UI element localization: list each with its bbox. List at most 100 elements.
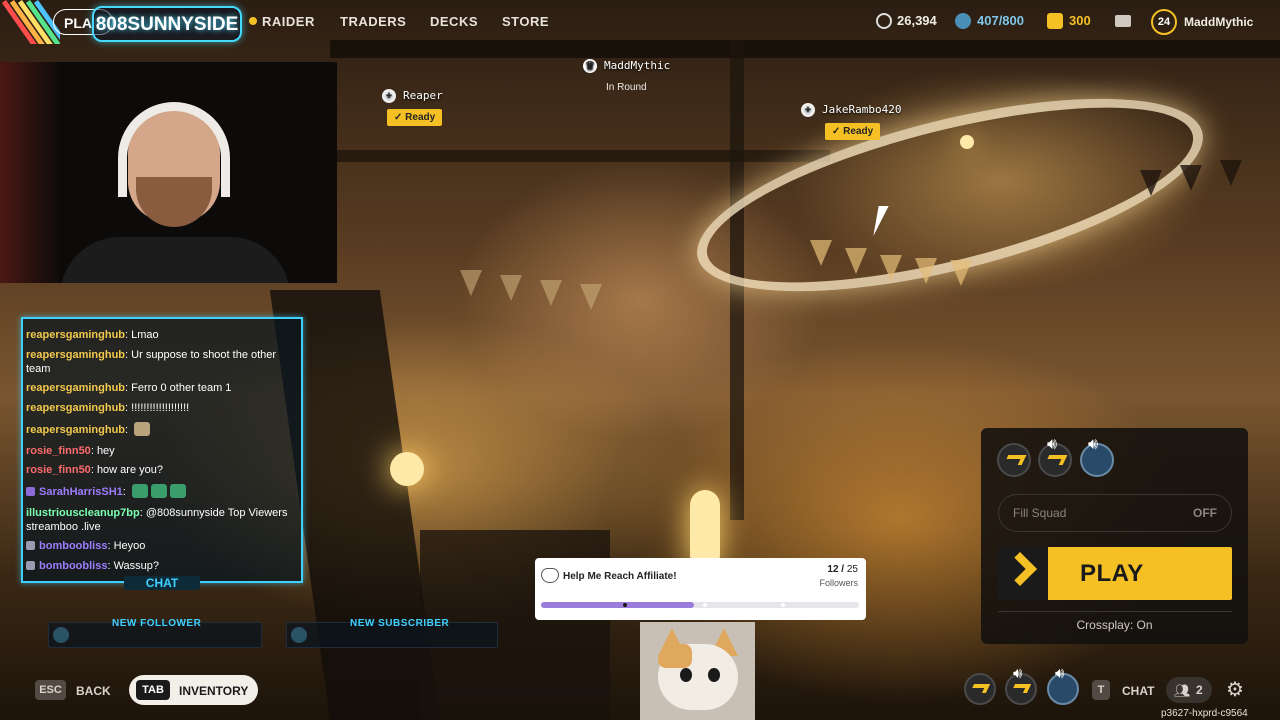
follower-icon <box>53 627 69 643</box>
goal-title: Help Me Reach Affiliate! <box>563 571 677 582</box>
affiliate-goal-widget: Help Me Reach Affiliate! 12 / 25 Followe… <box>535 558 866 620</box>
ready-badge: ✓ Ready <box>387 109 443 126</box>
chat-button[interactable]: CHAT <box>1122 684 1154 698</box>
player-name: MaddMythic <box>604 59 671 72</box>
ready-label: Ready <box>843 126 874 137</box>
chat-message: reapersgaminghub: Ferro 0 other team 1 <box>26 382 232 394</box>
speaker-icon: 🔊︎ <box>1013 665 1023 682</box>
chat-message: bomboobliss: Heyoo <box>26 539 300 553</box>
coins-value: 300 <box>1069 13 1091 28</box>
streamer-body <box>60 237 290 283</box>
cat-cam-overlay <box>640 622 755 720</box>
headphones-icon <box>118 102 230 197</box>
pennant <box>880 255 902 281</box>
subscriber-icon <box>291 627 307 643</box>
progress-marker <box>623 603 627 607</box>
channel-name-overlay: 808SUNNYSIDE <box>92 6 242 42</box>
pennant <box>950 260 972 286</box>
play-arrow-icon <box>998 547 1048 600</box>
ceiling-beam <box>330 150 830 162</box>
badge-icon <box>26 487 35 496</box>
crossplay-status[interactable]: Crossplay: On <box>981 618 1248 632</box>
emote-icon <box>150 484 167 498</box>
player-name: JakeRambo420 <box>822 103 902 116</box>
pennant <box>915 258 937 284</box>
squad-slot-icon[interactable] <box>964 673 996 705</box>
pennant <box>580 284 602 310</box>
profile-username[interactable]: MaddMythic <box>1184 15 1253 29</box>
pennant <box>1180 165 1202 191</box>
player-tag-self: ♛ MaddMythic <box>583 59 670 73</box>
chat-message: illustriouscleanup7bp: @808sunnyside Top… <box>26 507 288 533</box>
chat-message: rosie_finn50: hey <box>26 445 115 457</box>
credits-icon <box>876 13 892 29</box>
chat-message: reapersgaminghub: Ur suppose to shoot th… <box>26 349 277 375</box>
cat-eye <box>680 668 692 682</box>
session-id: p3627-hxprd-c9564 <box>1161 708 1248 719</box>
pennant <box>460 270 482 296</box>
friends-button[interactable]: 👥︎ 2 <box>1166 677 1212 703</box>
cat-eye <box>708 668 720 682</box>
pennant <box>540 280 562 306</box>
chat-message: reapersgaminghub: <box>26 422 300 437</box>
goal-unit: Followers <box>819 578 858 588</box>
nav-traders[interactable]: TRADERS <box>340 14 406 29</box>
squad-member-icon[interactable] <box>997 443 1031 477</box>
lamp <box>960 135 974 149</box>
stash-icon <box>955 13 971 29</box>
fill-squad-value: OFF <box>1193 506 1217 520</box>
divider <box>998 611 1232 612</box>
player-tag-jakerambo: + JakeRambo420 <box>801 103 901 117</box>
progress-marker <box>703 603 707 607</box>
nav-raider[interactable]: RAIDER <box>262 14 315 29</box>
pennant <box>810 240 832 266</box>
pennant <box>1140 170 1162 196</box>
ready-label: Ready <box>405 112 436 123</box>
pennant <box>500 275 522 301</box>
webcam-overlay <box>0 62 337 283</box>
play-button-label: PLAY <box>1080 560 1144 587</box>
speaker-icon: 🔊︎ <box>1055 665 1065 682</box>
credits-value: 26,394 <box>897 13 937 28</box>
nav-store[interactable]: STORE <box>502 14 549 29</box>
esc-key-hint: ESC <box>35 680 66 700</box>
new-subscriber-label: NEW SUBSCRIBER <box>350 618 450 629</box>
inventory-label: INVENTORY <box>179 684 249 698</box>
coins-icon <box>1047 13 1063 29</box>
chat-message: bomboobliss: Wassup? <box>26 559 300 573</box>
fill-squad-toggle[interactable]: Fill Squad OFF <box>998 494 1232 532</box>
chat-message: reapersgaminghub: Lmao <box>26 329 159 341</box>
emote-icon <box>131 484 148 498</box>
speaker-icon: 🔊︎ <box>1088 436 1099 453</box>
gear-icon[interactable]: ⚙ <box>1223 678 1247 702</box>
level-badge: 24 <box>1151 9 1177 35</box>
nav-indicator-dot <box>249 17 257 25</box>
tab-key-hint: TAB <box>136 680 170 700</box>
t-key-hint: T <box>1092 680 1110 700</box>
pennant <box>1220 160 1242 186</box>
fill-squad-label: Fill Squad <box>1013 506 1067 520</box>
stash-capacity: 407/800 <box>977 13 1024 28</box>
friends-icon: 👥︎ <box>1174 683 1191 698</box>
add-friend-icon[interactable]: + <box>801 103 815 117</box>
lamp <box>390 452 424 486</box>
badge-icon <box>26 541 35 550</box>
goal-progress-track <box>541 602 859 608</box>
emote-icon <box>134 422 151 436</box>
cat-spot <box>658 644 692 668</box>
chat-tab-label: CHAT <box>124 576 200 590</box>
friends-count: 2 <box>1196 683 1203 697</box>
rainbow-stripes <box>0 0 60 44</box>
emote-icon <box>169 484 186 498</box>
nav-decks[interactable]: DECKS <box>430 14 478 29</box>
play-button[interactable]: PLAY <box>998 547 1232 600</box>
chat-message: reapersgaminghub: !!!!!!!!!!!!!!!!!!! <box>26 402 190 414</box>
add-friend-icon[interactable]: + <box>382 89 396 103</box>
heart-icon <box>541 568 559 583</box>
progress-marker <box>781 603 785 607</box>
pennant <box>845 248 867 274</box>
top-nav: PLA 808SUNNYSIDE RAIDER TRADERS DECKS ST… <box>0 0 1280 44</box>
chat-message: SarahHarrisSH1: <box>26 484 300 499</box>
back-button[interactable]: BACK <box>76 684 111 698</box>
mail-icon[interactable] <box>1115 15 1131 27</box>
